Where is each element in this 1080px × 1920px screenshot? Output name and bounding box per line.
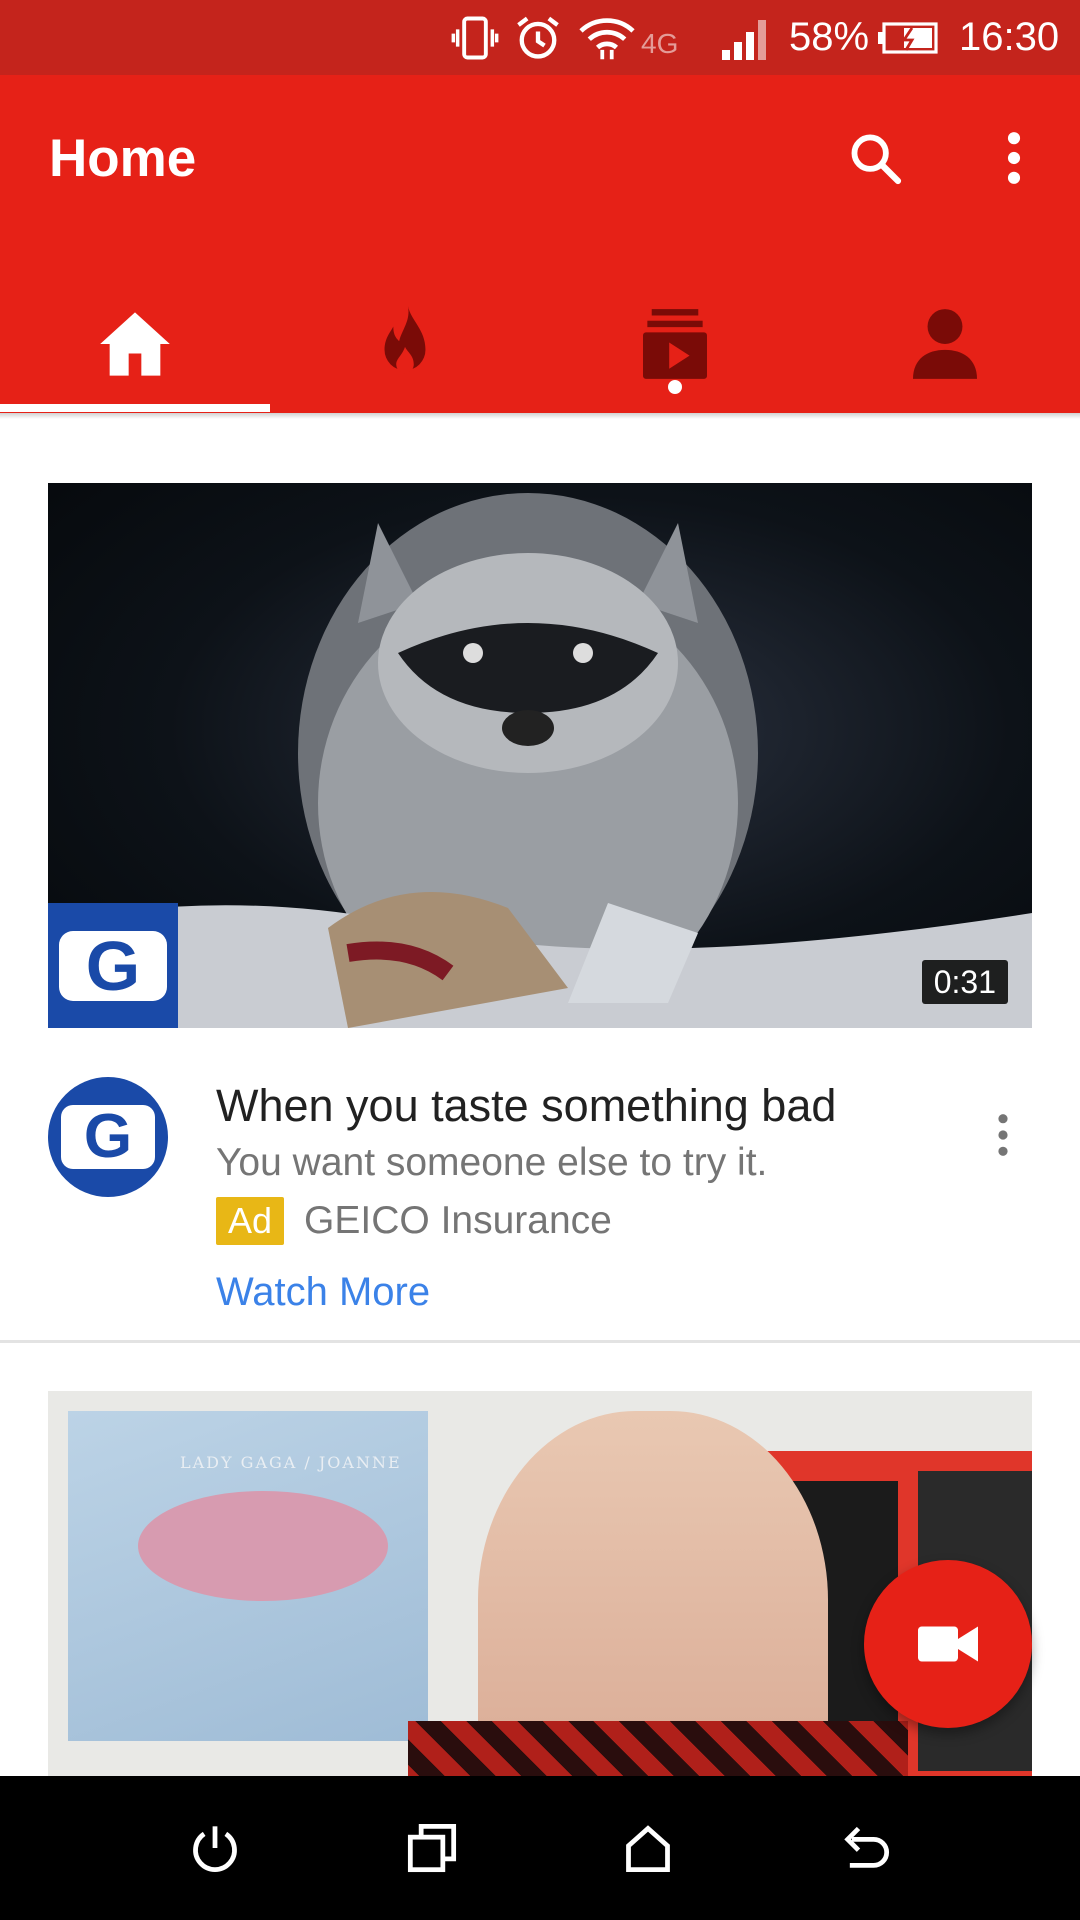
selected-tab-indicator — [0, 404, 270, 412]
battery-percent: 58% — [789, 15, 870, 59]
hat-shape — [138, 1491, 388, 1601]
ad-title[interactable]: When you taste something bad — [216, 1078, 836, 1134]
account-icon — [913, 309, 977, 379]
home-nav-icon — [626, 1825, 670, 1873]
home-icon — [100, 312, 170, 376]
album-cover-text: LADY GAGA / JOANNE — [180, 1453, 402, 1472]
home-nav-button[interactable] — [598, 1798, 698, 1898]
album-cover: LADY GAGA / JOANNE — [68, 1411, 428, 1741]
advertiser-name: GEICO Insurance — [304, 1199, 612, 1242]
ad-subtitle: You want someone else to try it. — [216, 1141, 768, 1184]
search-button[interactable] — [840, 123, 910, 193]
page-title: Home — [49, 129, 197, 188]
recent-apps-icon — [407, 1823, 457, 1873]
tab-home[interactable] — [0, 284, 270, 404]
power-icon — [193, 1826, 237, 1873]
back-button[interactable] — [815, 1798, 915, 1898]
advertiser-avatar[interactable]: G — [48, 1077, 168, 1197]
clock: 16:30 — [959, 15, 1060, 59]
app-bar: Home — [0, 75, 1080, 413]
video-duration: 0:31 — [921, 960, 1008, 1004]
raccoon-image — [48, 493, 1032, 1028]
ad-badge: Ad — [216, 1197, 285, 1245]
more-vert-icon — [998, 1114, 1008, 1156]
video-thumbnail[interactable]: LADY GAGA / JOANNE — [48, 1391, 1032, 1776]
ad-menu-button[interactable] — [968, 1100, 1038, 1170]
ad-meta-row: Ad GEICO Insurance — [216, 1196, 612, 1246]
card-divider — [0, 1340, 1080, 1343]
trending-icon — [384, 306, 426, 374]
subscriptions-icon — [643, 309, 707, 379]
network-type: 4G — [641, 28, 679, 59]
ad-video-thumbnail[interactable]: G 0:31 — [48, 483, 1032, 1028]
more-options-button[interactable] — [979, 123, 1049, 193]
back-icon — [844, 1826, 890, 1868]
tab-account[interactable] — [810, 284, 1080, 404]
signal-icon — [722, 20, 766, 60]
system-nav-bar — [0, 1776, 1080, 1920]
new-content-dot — [668, 380, 682, 394]
geico-logo: G — [48, 903, 178, 1028]
vibrate-icon — [451, 16, 499, 60]
watch-more-link[interactable]: Watch More — [216, 1267, 430, 1317]
tab-trending[interactable] — [270, 284, 540, 404]
wifi-icon — [579, 18, 635, 60]
recent-apps-button[interactable] — [382, 1798, 482, 1898]
presenter-shirt — [408, 1721, 908, 1776]
app-bar-shadow — [0, 413, 1080, 419]
alarm-icon — [517, 16, 559, 59]
status-bar: 4G 58% 16:30 — [0, 0, 1080, 75]
more-vert-icon — [1007, 132, 1021, 184]
battery-charging-icon — [878, 22, 938, 54]
upload-video-fab[interactable] — [864, 1560, 1032, 1728]
power-button[interactable] — [165, 1798, 265, 1898]
search-icon — [851, 134, 902, 185]
video-camera-icon — [918, 1626, 978, 1662]
